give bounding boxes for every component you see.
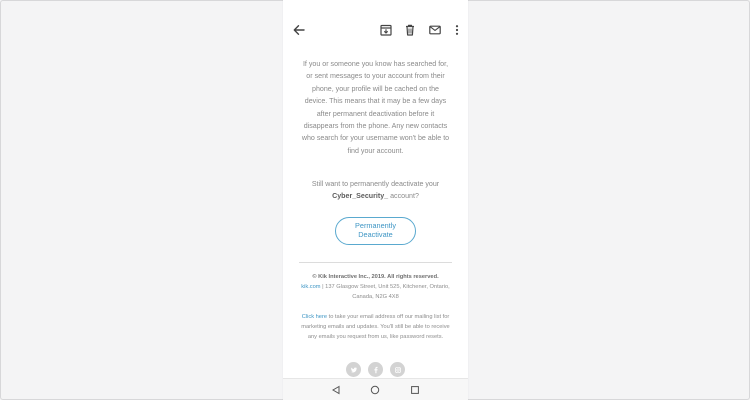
click-here-link[interactable]: Click here <box>302 314 327 320</box>
cta-label: Permanently Deactivate <box>355 221 396 239</box>
email-toolbar <box>283 0 468 50</box>
permanently-deactivate-button[interactable]: Permanently Deactivate <box>335 217 416 245</box>
facebook-icon[interactable] <box>368 362 383 377</box>
instagram-icon[interactable] <box>390 362 405 377</box>
footer-legal: © Kik Interactive Inc., 2019. All rights… <box>297 272 454 302</box>
question-prefix: Still want to permanently deactivate you… <box>311 180 440 188</box>
home-circle-icon[interactable] <box>370 385 380 395</box>
back-arrow-icon[interactable] <box>292 23 306 37</box>
mail-icon[interactable] <box>428 23 442 37</box>
phone-screen: If you or someone you know has searched … <box>283 0 468 400</box>
copyright-text: © Kik Interactive Inc., 2019. All rights… <box>312 274 439 280</box>
twitter-icon[interactable] <box>346 362 361 377</box>
question-suffix: account? <box>390 192 419 201</box>
unsubscribe-notice: Click here to take your email address of… <box>297 312 454 342</box>
kik-link[interactable]: kik.com <box>301 284 320 290</box>
more-vert-icon[interactable] <box>450 23 464 37</box>
address-text: | 137 Glasgow Street, Unit 525, Kitchene… <box>322 284 450 300</box>
footer-divider <box>299 262 452 263</box>
delete-icon[interactable] <box>403 23 417 37</box>
username: Cyber_Security_ <box>332 192 389 201</box>
back-triangle-icon[interactable] <box>331 385 341 395</box>
recents-square-icon[interactable] <box>410 385 420 395</box>
android-nav-bar <box>283 378 468 400</box>
deactivate-question: Still want to permanently deactivate you… <box>300 178 451 203</box>
deactivation-info-text: If you or someone you know has searched … <box>301 60 450 155</box>
email-content: If you or someone you know has searched … <box>283 50 468 378</box>
archive-icon[interactable] <box>379 23 393 37</box>
social-icons <box>283 362 468 378</box>
